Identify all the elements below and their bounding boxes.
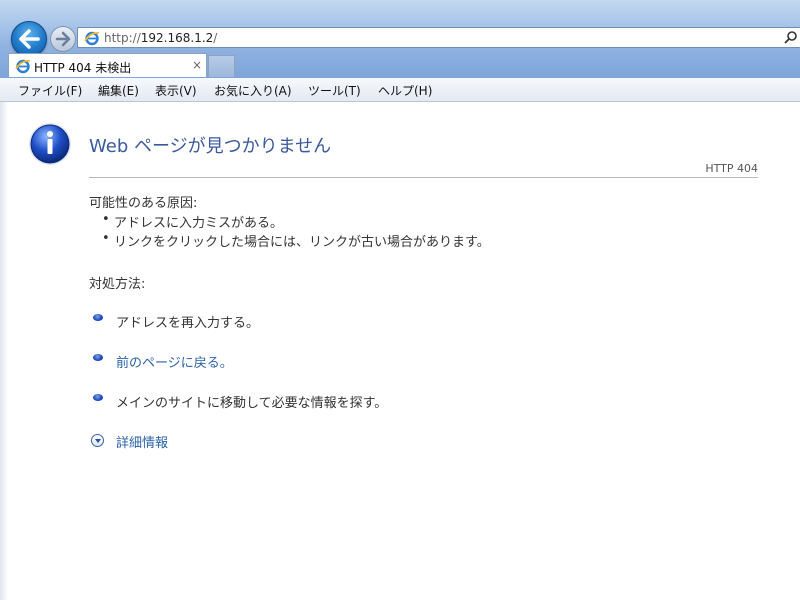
more-info-link[interactable]: 詳細情報 (116, 432, 168, 451)
tab-title: HTTP 404 未検出 (34, 61, 132, 75)
causes-heading: 可能性のある原因: (89, 196, 198, 211)
menu-favorites[interactable]: お気に入り(A) (214, 82, 292, 99)
address-url: http://192.168.1.2/ (104, 31, 218, 45)
cause-item: リンクをクリックした場合には、リンクが古い場合があります。 (102, 231, 490, 250)
page-title: Web ページが見つかりません (89, 136, 332, 157)
browser-chrome: http://192.168.1.2/ HTTP 404 未検出 × (0, 0, 800, 78)
divider (89, 177, 758, 178)
remedy-heading: 対処方法: (89, 277, 146, 292)
menu-view[interactable]: 表示(V) (155, 82, 197, 99)
menu-edit[interactable]: 編集(E) (98, 82, 139, 99)
forward-button[interactable] (50, 26, 76, 52)
info-icon (29, 123, 71, 165)
tab-close-button[interactable]: × (192, 58, 202, 72)
bullet-icon (93, 394, 103, 401)
new-tab-button[interactable] (208, 55, 235, 77)
go-back-link[interactable]: 前のページに戻る。 (116, 352, 233, 371)
menu-tools[interactable]: ツール(T) (308, 82, 361, 99)
search-icon[interactable] (784, 30, 798, 44)
page-edge (0, 102, 8, 600)
back-button[interactable] (11, 21, 47, 57)
http-status-code: HTTP 404 (705, 162, 758, 175)
back-arrow-icon (19, 29, 40, 49)
bullet-icon (93, 354, 103, 361)
ie-logo-icon (84, 31, 100, 46)
bullet-icon (93, 314, 103, 321)
expand-icon[interactable] (91, 434, 104, 447)
menu-file[interactable]: ファイル(F) (18, 82, 82, 99)
cause-item: アドレスに入力ミスがある。 (102, 212, 283, 231)
remedy-retype-address: アドレスを再入力する。 (116, 316, 260, 331)
menu-bar: ファイル(F) 編集(E) 表示(V) お気に入り(A) ツール(T) ヘルプ(… (0, 78, 800, 102)
remedy-main-site: メインのサイトに移動して必要な情報を探す。 (116, 396, 388, 411)
ie-logo-icon (15, 59, 31, 74)
forward-arrow-icon (55, 31, 71, 47)
menu-help[interactable]: ヘルプ(H) (378, 82, 432, 99)
address-bar[interactable]: http://192.168.1.2/ (77, 27, 800, 48)
page-content: Web ページが見つかりません HTTP 404 可能性のある原因: アドレスに… (0, 102, 800, 600)
tab-http-404[interactable]: HTTP 404 未検出 × (8, 53, 207, 77)
